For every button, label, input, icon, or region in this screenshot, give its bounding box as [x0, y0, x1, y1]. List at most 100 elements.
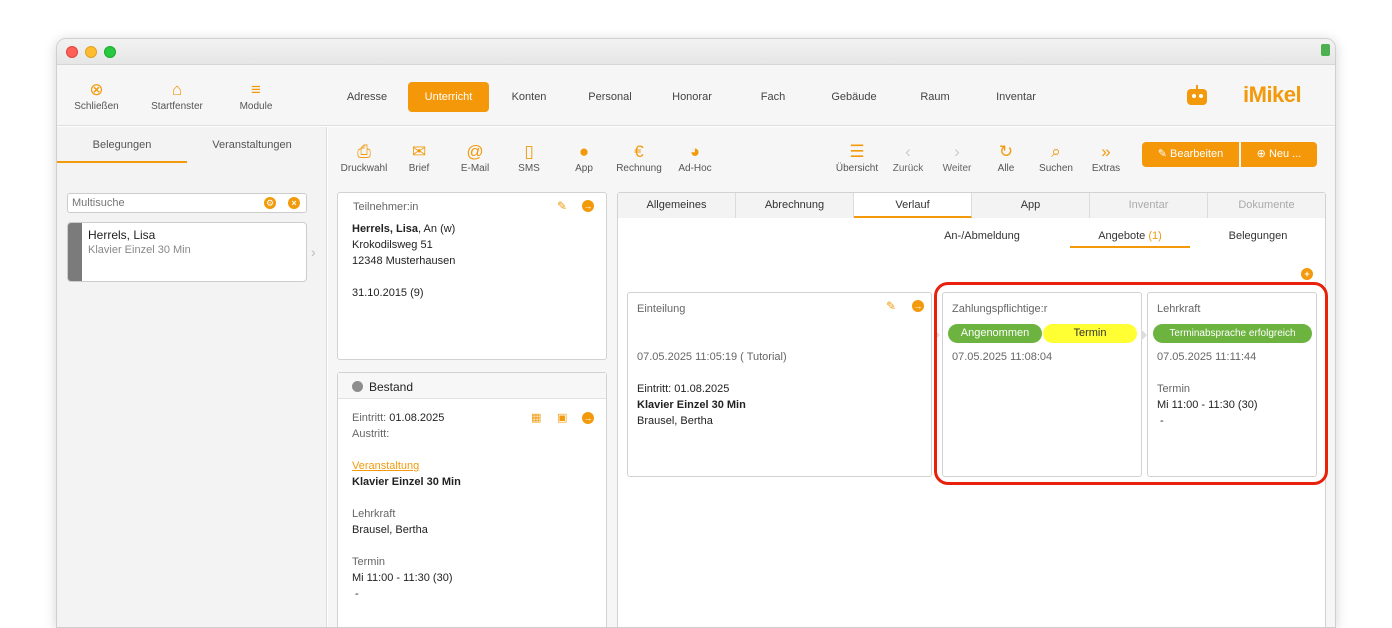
tab-inventar-detail[interactable]: Inventar [1090, 193, 1208, 218]
sms-button[interactable]: ▯ SMS [509, 141, 549, 174]
gear-icon[interactable]: ⚙ [264, 197, 276, 209]
subtab-angebote[interactable]: Angebote (1) [1070, 230, 1190, 242]
participant-name: Herrels, Lisa [352, 223, 419, 235]
euro-icon: € [634, 142, 644, 161]
tab-adresse[interactable]: Adresse [336, 82, 398, 112]
tab-fach[interactable]: Fach [747, 82, 799, 112]
entry-label: Eintritt: [352, 412, 387, 424]
all-button[interactable]: ↻ Alle [988, 141, 1024, 174]
extras-button[interactable]: » Extras [1086, 141, 1126, 174]
list-item[interactable]: Herrels, Lisa Klavier Einzel 30 Min [67, 222, 307, 282]
edit-button[interactable]: ✎ Bearbeiten [1142, 142, 1239, 167]
envelope-icon: ✉ [411, 142, 427, 161]
close-label: Schließen [74, 101, 119, 112]
adhoc-label: Ad-Hoc [678, 163, 712, 174]
arrow-right-icon[interactable]: → [912, 300, 924, 312]
back-button[interactable]: ‹ Zurück [888, 141, 928, 174]
close-button[interactable]: ⊗ Schließen [69, 79, 124, 112]
new-button[interactable]: ⊕ Neu ... [1241, 142, 1317, 167]
clear-icon[interactable]: × [288, 197, 300, 209]
robot-small-icon[interactable]: ▣ [557, 411, 567, 424]
modules-label: Module [239, 101, 273, 112]
print-label: Druckwahl [340, 163, 388, 174]
event-value: Klavier Einzel 30 Min [352, 476, 461, 488]
einteilung-course: Klavier Einzel 30 Min [637, 399, 746, 411]
search-button[interactable]: ⌕ Suchen [1034, 141, 1078, 174]
participant-card: Teilnehmer:in ✎ → Herrels, Lisa, An (w) … [337, 192, 607, 360]
tab-personal[interactable]: Personal [577, 82, 643, 112]
adhoc-button[interactable]: ◕ Ad-Hoc [673, 141, 717, 174]
zoom-window-button[interactable] [104, 46, 116, 58]
tab-veranstaltungen[interactable]: Veranstaltungen [197, 139, 307, 151]
refresh-icon: ↻ [998, 142, 1014, 161]
date-extra: - [355, 588, 359, 600]
start-window-button[interactable]: ⌂ Startfenster [144, 79, 210, 112]
overview-button[interactable]: ☰ Übersicht [832, 141, 882, 174]
active-tab-underline [57, 161, 187, 163]
forward-button[interactable]: › Weiter [937, 141, 977, 174]
status-dot-icon [352, 381, 363, 392]
app-button[interactable]: ● App [563, 141, 605, 174]
at-icon: @ [466, 142, 484, 161]
tab-unterricht[interactable]: Unterricht [408, 82, 489, 112]
einteilung-teacher: Brausel, Bertha [637, 415, 713, 427]
tab-inventar[interactable]: Inventar [982, 82, 1050, 112]
tab-dokumente[interactable]: Dokumente [1208, 193, 1325, 218]
invoice-label: Rechnung [616, 163, 662, 174]
tab-gebaeude[interactable]: Gebäude [819, 82, 889, 112]
calendar-icon[interactable]: ▦ [531, 411, 541, 424]
participant-name-suffix: , An (w) [418, 223, 456, 235]
add-circle-icon[interactable]: + [1301, 268, 1313, 280]
letter-button[interactable]: ✉ Brief [397, 141, 441, 174]
tab-honorar[interactable]: Honorar [659, 82, 725, 112]
letter-label: Brief [408, 163, 430, 174]
tab-allgemeines[interactable]: Allgemeines [618, 193, 736, 218]
plus-circle-icon: ⊕ [1256, 148, 1266, 160]
back-label: Zurück [892, 163, 924, 174]
phone-icon: ▯ [524, 142, 534, 161]
pie-chart-icon: ◕ [689, 142, 701, 161]
arrow-right-icon[interactable]: → [582, 412, 594, 424]
participant-city: 12348 Musterhausen [352, 255, 456, 267]
search-icon: ⌕ [1051, 142, 1061, 161]
tab-konten[interactable]: Konten [499, 82, 559, 112]
highlight-outline [934, 282, 1328, 485]
close-circle-icon: ⊗ [89, 80, 104, 99]
invoice-button[interactable]: € Rechnung [614, 141, 664, 174]
tab-verlauf[interactable]: Verlauf [854, 193, 972, 218]
search-input[interactable] [72, 196, 252, 210]
tab-belegungen[interactable]: Belegungen [57, 139, 187, 151]
arrow-right-icon[interactable]: → [582, 200, 594, 212]
entry-value: 01.08.2025 [389, 412, 445, 424]
edit-label: Bearbeiten [1170, 148, 1224, 160]
robot-icon[interactable] [1183, 85, 1211, 107]
list-item-marker [68, 223, 82, 281]
overview-label: Übersicht [835, 163, 879, 174]
all-label: Alle [997, 163, 1015, 174]
app-window: ⊗ Schließen ⌂ Startfenster ≡ Module Adre… [56, 38, 1336, 628]
exit-label: Austritt: [352, 428, 390, 440]
tab-app[interactable]: App [972, 193, 1090, 218]
close-window-button[interactable] [66, 46, 78, 58]
subtab-anmeldung[interactable]: An-/Abmeldung [922, 230, 1042, 242]
tab-raum[interactable]: Raum [908, 82, 962, 112]
modules-button[interactable]: ≡ Module [230, 79, 282, 112]
minimize-window-button[interactable] [85, 46, 97, 58]
angebote-count: (1) [1148, 230, 1162, 242]
home-icon: ⌂ [171, 80, 183, 99]
chat-bubble-icon: ● [578, 142, 590, 161]
pencil-icon[interactable]: ✎ [557, 199, 567, 213]
print-button[interactable]: ⎙ Druckwahl [338, 141, 390, 174]
top-toolbar: ⊗ Schließen ⌂ Startfenster ≡ Module Adre… [57, 65, 1335, 126]
subtab-belegungen[interactable]: Belegungen [1208, 230, 1308, 242]
list-icon: ☰ [849, 142, 865, 161]
tab-abrechnung[interactable]: Abrechnung [736, 193, 854, 218]
email-button[interactable]: @ E-Mail [451, 141, 499, 174]
event-link[interactable]: Veranstaltung [352, 460, 419, 472]
sms-label: SMS [518, 163, 540, 174]
printer-icon: ⎙ [357, 142, 371, 161]
double-chevron-icon: » [1101, 142, 1111, 161]
pencil-icon[interactable]: ✎ [886, 299, 896, 313]
participant-street: Krokodilsweg 51 [352, 239, 433, 251]
chevron-right-icon[interactable]: › [311, 244, 316, 260]
